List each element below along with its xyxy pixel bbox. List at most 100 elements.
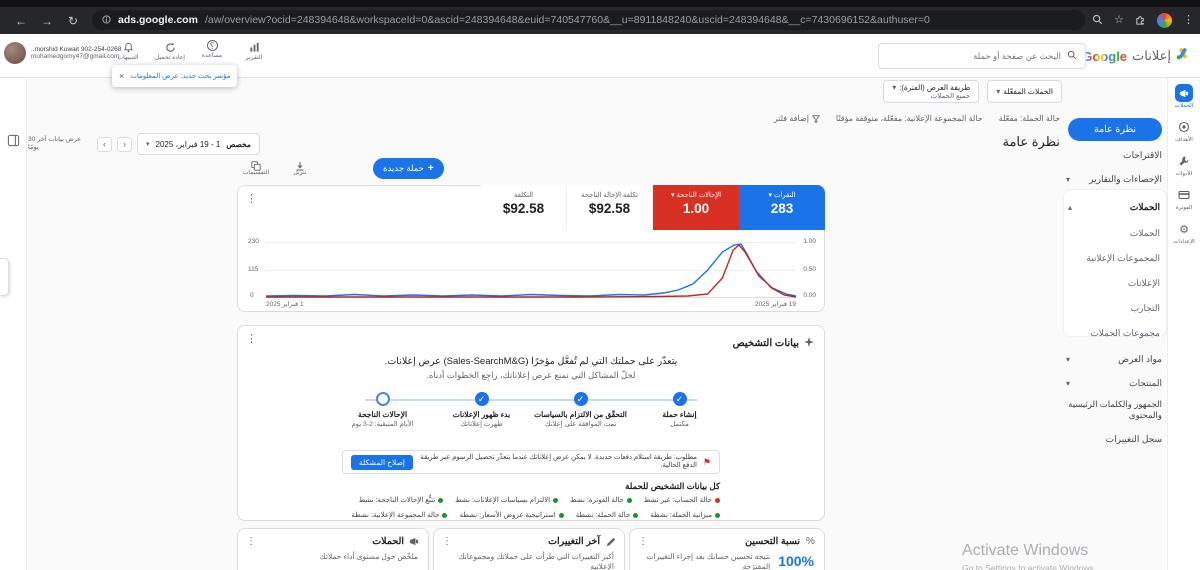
sidebar-item-audiences[interactable]: الجمهور والكلمات الرئيسية والمحتوى bbox=[1066, 396, 1162, 422]
site-info-icon[interactable] bbox=[102, 15, 111, 26]
view-mode-dropdown[interactable]: طريقة العرض (الفترة): ▾ جميع الحملات bbox=[883, 80, 979, 103]
close-icon[interactable]: × bbox=[119, 71, 124, 81]
status-account[interactable]: حالة الحساب: غير نشط bbox=[644, 496, 720, 504]
date-prev-button[interactable]: ‹ bbox=[97, 137, 112, 152]
date-next-button[interactable]: › bbox=[117, 137, 132, 152]
sidebar-item-change-history[interactable]: سجل التغييرات bbox=[1066, 430, 1162, 448]
segments-icon bbox=[240, 158, 272, 169]
bookmark-star-icon[interactable]: ☆ bbox=[1114, 15, 1124, 26]
chevron-down-icon: ▾ bbox=[996, 87, 1000, 96]
all-diagnostics-link[interactable]: كل بيانات التشخيص للحملة bbox=[625, 481, 720, 492]
extensions-icon[interactable] bbox=[1135, 14, 1146, 28]
status-bid-strategy[interactable]: استراتيجية عروض الأسعار: نشطة bbox=[459, 511, 563, 519]
zoom-search-icon[interactable] bbox=[1092, 14, 1103, 28]
rail-item-tools[interactable]: الأدوات bbox=[1168, 152, 1200, 177]
rail-label: الإعدادات bbox=[1168, 239, 1200, 245]
browser-menu-icon[interactable]: ⋮ bbox=[1183, 15, 1194, 26]
sidebar-label: الاقتراحات bbox=[1123, 150, 1162, 161]
rail-label: الأدوات bbox=[1168, 171, 1200, 177]
sidebar-nav: نظرة عامة الاقتراحات الإحصاءات والتقارير… bbox=[1064, 78, 1166, 570]
google-ads-logo: إعلانات Google bbox=[1082, 47, 1190, 65]
refresh-button[interactable]: إعادة تحميل bbox=[154, 40, 186, 61]
watermark-line1: Activate Windows bbox=[962, 542, 1096, 560]
kebab-menu-icon[interactable]: ⋮ bbox=[638, 536, 648, 547]
forward-button[interactable]: → bbox=[34, 14, 60, 28]
metric-clicks[interactable]: النقرات▾ 283 bbox=[739, 185, 825, 230]
add-filter-button[interactable]: إضافة فلتر bbox=[774, 114, 820, 123]
sidebar-label: المجموعات الإعلانية bbox=[1086, 253, 1160, 264]
sidebar-item-campaigns[interactable]: الحملات bbox=[1068, 224, 1160, 242]
rail-item-admin[interactable]: ⚙ الإعدادات bbox=[1168, 220, 1200, 245]
conversions-line bbox=[266, 245, 796, 297]
download-icon bbox=[284, 158, 316, 169]
rail-item-billing[interactable]: الفوترة bbox=[1168, 186, 1200, 211]
x-axis-start-label: 1 فبراير 2025 bbox=[266, 300, 304, 308]
tooltip-link[interactable]: مؤشر بحث جديد: عرض المعلومات bbox=[130, 72, 230, 80]
fix-payment-button[interactable]: إصلاح المشكلة bbox=[351, 455, 413, 470]
search-input[interactable] bbox=[887, 51, 1061, 61]
reload-button[interactable]: ↻ bbox=[60, 14, 86, 28]
sidebar-item-campaign-groups[interactable]: مجموعات الحملات bbox=[1068, 324, 1160, 342]
show-last-30-days-link[interactable]: عرض بيانات آخر 30 يومًا bbox=[28, 136, 92, 152]
status-billing[interactable]: حالة الفوترة: نشط bbox=[570, 496, 632, 504]
help-button[interactable]: ؟ مساعدة bbox=[196, 40, 228, 61]
metric-cost[interactable]: التكلفة $92.58 bbox=[481, 185, 567, 230]
sidebar-label: الإعلانات bbox=[1128, 278, 1160, 289]
kebab-menu-icon[interactable]: ⋮ bbox=[442, 536, 452, 547]
sidebar-item-experiments[interactable]: التجارب bbox=[1068, 299, 1160, 317]
filter-adgroup-status[interactable]: حالة المجموعة الإعلانية: مفعّلة، متوقفة … bbox=[836, 114, 983, 123]
status-budget[interactable]: ميزانية الحملة: نشطة bbox=[650, 511, 720, 519]
warning-text: مطلوب: طريقة استلام دفعات جديدة. لا يمكن… bbox=[419, 454, 697, 470]
date-range-value: 1 - 19 فبراير، 2025 bbox=[156, 140, 221, 149]
header-search-box[interactable] bbox=[878, 43, 1086, 69]
rail-item-goals[interactable]: الأهداف bbox=[1168, 118, 1200, 143]
chart-series-svg bbox=[266, 242, 796, 298]
feedback-tab-handle[interactable] bbox=[0, 258, 9, 296]
back-button[interactable]: ← bbox=[8, 14, 34, 28]
status-text: تتبُّع الإحالات الناجحة: نشط bbox=[359, 496, 435, 504]
quick-icon-label: إعادة تحميل bbox=[154, 54, 186, 61]
diagnostics-header: بيانات التشخيص bbox=[733, 334, 814, 352]
new-campaign-button[interactable]: + حملة جديدة bbox=[373, 158, 444, 179]
filter-campaign-status[interactable]: حالة الحملة: مفعّلة bbox=[999, 114, 1060, 123]
sidebar-item-ads[interactable]: الإعلانات bbox=[1068, 274, 1160, 292]
quick-icon-label: مساعدة bbox=[196, 52, 228, 59]
sidebar-item-assets[interactable]: مواد العرض ▾ bbox=[1066, 350, 1162, 368]
status-conversion-tracking[interactable]: تتبُّع الإحالات الناجحة: نشط bbox=[359, 496, 443, 504]
browser-profile-avatar[interactable] bbox=[1157, 13, 1172, 28]
account-info[interactable]: ..morshid Kuwait 902-254-0268 mohamedgom… bbox=[4, 42, 121, 64]
date-range-picker[interactable]: مخصص 1 - 19 فبراير، 2025 ▾ bbox=[137, 133, 260, 155]
side-panel-icon[interactable] bbox=[7, 134, 20, 147]
line-chart[interactable] bbox=[266, 242, 796, 298]
sidebar-item-products[interactable]: المنتجات ▾ bbox=[1066, 374, 1162, 392]
chevron-down-icon: ▾ bbox=[146, 140, 150, 148]
megaphone-icon bbox=[1175, 84, 1193, 102]
enabled-campaigns-chip[interactable]: الحملات المفعّلة ▾ bbox=[987, 80, 1062, 103]
rail-item-campaigns[interactable]: الحملات bbox=[1168, 84, 1200, 109]
sidebar-section-campaigns[interactable]: الحملات ▴ bbox=[1068, 198, 1160, 216]
sidebar-item-ad-groups[interactable]: المجموعات الإعلانية bbox=[1068, 249, 1160, 267]
status-policy[interactable]: الالتزام بسياسات الإعلانات: نشط bbox=[455, 496, 558, 504]
kebab-menu-icon[interactable]: ⋮ bbox=[246, 332, 257, 345]
status-ad-group[interactable]: حالة المجموعة الإعلانية: نشطة bbox=[351, 511, 447, 519]
sidebar-item-overview[interactable]: نظرة عامة bbox=[1068, 118, 1162, 141]
status-campaign[interactable]: حالة الحملة: نشطة bbox=[576, 511, 639, 519]
kebab-menu-icon[interactable]: ⋮ bbox=[246, 192, 257, 205]
metric-conversions[interactable]: الإحالات الناجحة▾ 1.00 bbox=[653, 185, 739, 230]
kebab-menu-icon[interactable]: ⋮ bbox=[246, 536, 256, 547]
status-text: حالة الفوترة: نشط bbox=[570, 496, 624, 504]
diagnostics-card: ⋮ بيانات التشخيص يتعذّر على حملتك التي ل… bbox=[237, 325, 825, 521]
segments-button[interactable]: التقسيمات bbox=[240, 158, 272, 176]
sidebar-label: سجل التغييرات bbox=[1106, 434, 1162, 445]
url-bar[interactable]: ads.google.com/aw/overview?ocid=24839464… bbox=[92, 10, 1085, 30]
y-axis-left-tick: 115 bbox=[248, 266, 258, 273]
logo-product-text: إعلانات bbox=[1132, 48, 1171, 64]
credit-card-icon bbox=[1175, 186, 1193, 204]
segments-label: التقسيمات bbox=[240, 169, 272, 176]
reports-button[interactable]: التقرير bbox=[238, 40, 270, 61]
sidebar-item-insights[interactable]: الإحصاءات والتقارير ▾ bbox=[1066, 170, 1162, 188]
sidebar-item-suggestions[interactable]: الاقتراحات bbox=[1066, 146, 1162, 164]
download-button[interactable]: تنزيل bbox=[284, 158, 316, 176]
metric-cost-per-conversion[interactable]: تكلفة الإحالة الناجحة $92.58 bbox=[567, 185, 653, 230]
account-avatar[interactable] bbox=[4, 42, 26, 64]
